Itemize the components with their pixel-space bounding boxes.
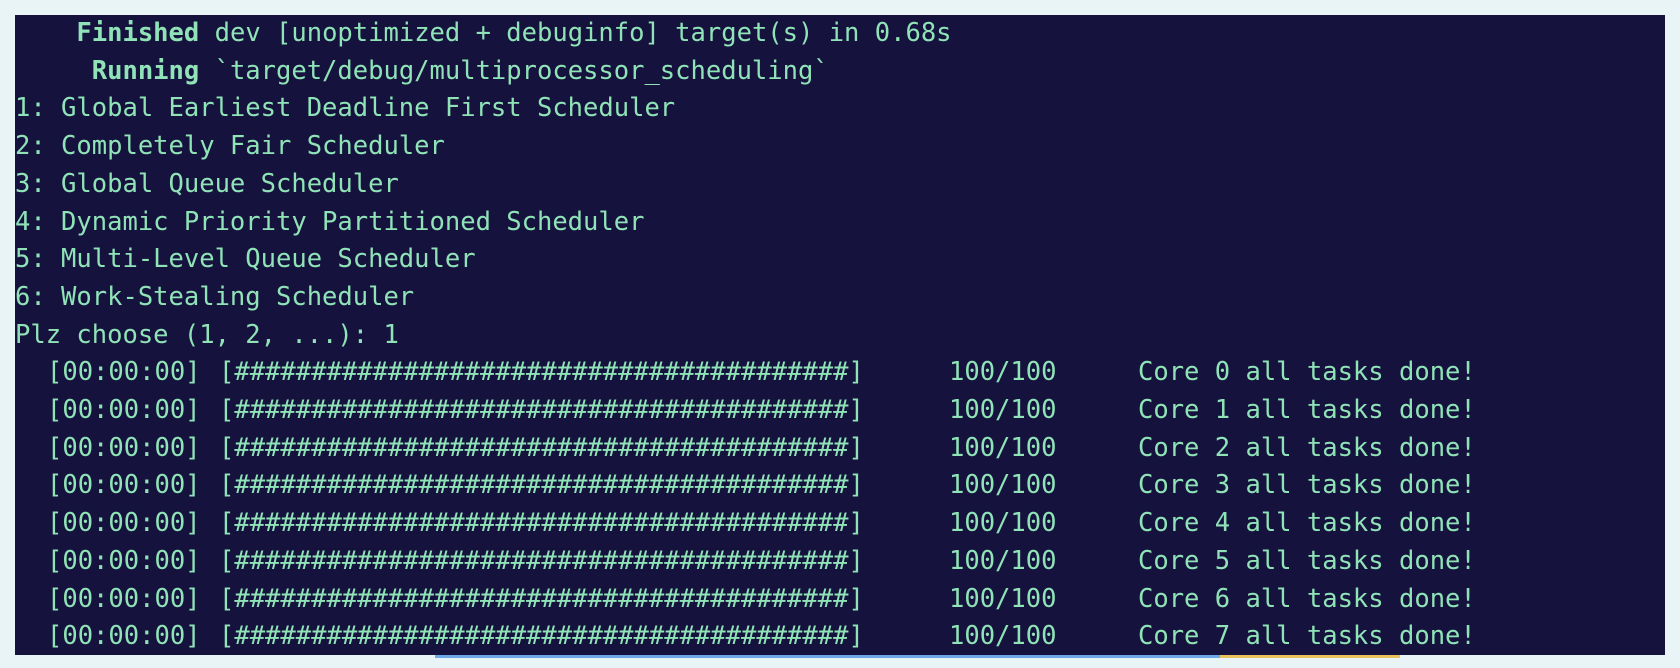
progress-bar: [#######################################… <box>219 470 864 501</box>
progress-bar: [#######################################… <box>219 545 864 576</box>
scheduler-option-3: 3: Global Queue Scheduler <box>15 168 399 199</box>
cargo-running-status: Running <box>91 55 200 86</box>
task-count: 100/100 <box>949 508 1057 539</box>
core-progress-row: [00:00:00] [############################… <box>15 505 1665 543</box>
elapsed-time: [00:00:00] <box>47 508 201 539</box>
progress-bar: [#######################################… <box>219 432 864 463</box>
core-status-message: Core 1 all tasks done! <box>1138 395 1476 425</box>
task-count: 100/100 <box>949 621 1057 652</box>
core-status-message: Core 7 all tasks done! <box>1138 621 1476 652</box>
core-progress-row: [00:00:00] [############################… <box>15 543 1665 581</box>
scheduler-option-4: 4: Dynamic Priority Partitioned Schedule… <box>15 206 645 237</box>
elapsed-time: [00:00:00] <box>47 621 201 652</box>
progress-bar: [#######################################… <box>219 508 864 539</box>
core-progress-row: [00:00:00] [############################… <box>15 430 1665 468</box>
elapsed-time: [00:00:00] <box>47 432 201 463</box>
task-count: 100/100 <box>949 432 1057 463</box>
elapsed-time: [00:00:00] <box>47 470 201 501</box>
elapsed-time: [00:00:00] <box>47 357 201 388</box>
scheduler-prompt: Plz choose (1, 2, ...): 1 <box>15 319 399 350</box>
core-progress-row: [00:00:00] [############################… <box>15 354 1665 392</box>
elapsed-time: [00:00:00] <box>47 395 201 425</box>
task-count: 100/100 <box>949 583 1057 614</box>
task-count: 100/100 <box>949 470 1057 501</box>
scheduler-option-5: 5: Multi-Level Queue Scheduler <box>15 244 476 275</box>
taskbar-highlight-yellow <box>1220 655 1400 658</box>
core-progress-row: [00:00:00] [############################… <box>15 618 1665 655</box>
cargo-finished-status: Finished <box>76 18 200 48</box>
core-status-message: Core 2 all tasks done! <box>1138 432 1476 463</box>
core-status-message: Core 0 all tasks done! <box>1138 357 1476 388</box>
cargo-running-line: Running `target/debug/multiprocessor_sch… <box>15 53 829 91</box>
core-status-message: Core 4 all tasks done! <box>1138 508 1476 539</box>
task-count: 100/100 <box>949 357 1057 388</box>
progress-bar: [#######################################… <box>219 621 864 652</box>
core-progress-row: [00:00:00] [############################… <box>15 581 1665 619</box>
window-bottom-edge <box>15 655 1665 668</box>
task-count: 100/100 <box>949 395 1057 425</box>
elapsed-time: [00:00:00] <box>47 545 201 576</box>
core-status-message: Core 6 all tasks done! <box>1138 583 1476 614</box>
scheduler-option-1: 1: Global Earliest Deadline First Schedu… <box>15 93 676 124</box>
progress-bar: [#######################################… <box>219 583 864 614</box>
cargo-finished-text: dev [unoptimized + debuginfo] target(s) … <box>214 18 952 48</box>
elapsed-time: [00:00:00] <box>47 583 201 614</box>
cargo-finished-line: Finished dev [unoptimized + debuginfo] t… <box>15 15 952 53</box>
core-status-message: Core 5 all tasks done! <box>1138 545 1476 576</box>
task-count: 100/100 <box>949 545 1057 576</box>
terminal-window[interactable]: Finished dev [unoptimized + debuginfo] t… <box>15 15 1665 655</box>
progress-bar: [#######################################… <box>219 395 864 425</box>
taskbar-highlight-blue <box>435 655 1235 658</box>
core-progress-row: [00:00:00] [############################… <box>15 467 1665 505</box>
core-status-message: Core 3 all tasks done! <box>1138 470 1476 501</box>
cargo-running-text: `target/debug/multiprocessor_scheduling` <box>214 55 829 86</box>
scheduler-option-6: 6: Work-Stealing Scheduler <box>15 281 415 312</box>
scheduler-option-2: 2: Completely Fair Scheduler <box>15 131 445 162</box>
core-progress-row: [00:00:00] [############################… <box>15 392 1665 430</box>
progress-bar: [#######################################… <box>219 357 864 388</box>
